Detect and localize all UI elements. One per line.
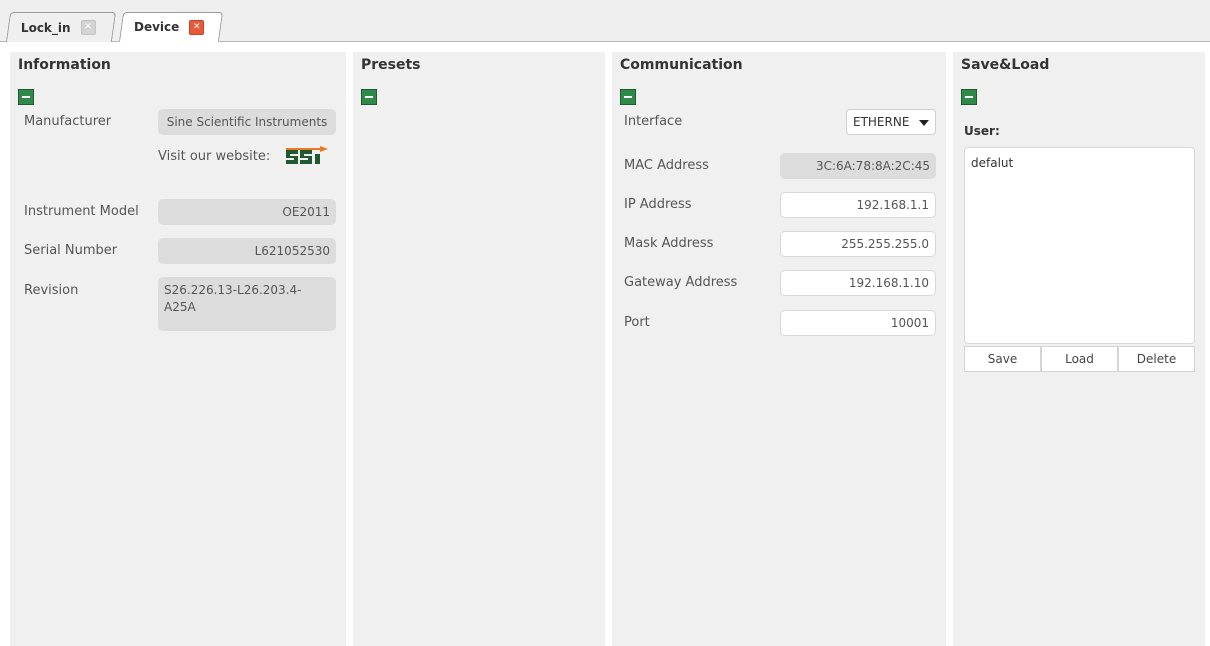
tab-lock-in-label: Lock_in	[20, 20, 71, 35]
presets-title: Presets	[361, 57, 421, 73]
ip-address-input[interactable]: 192.168.1.1	[780, 192, 936, 218]
close-icon[interactable]: ✕	[80, 20, 96, 35]
user-list[interactable]: defalut	[964, 147, 1195, 344]
mask-address-label: Mask Address	[624, 236, 714, 251]
interface-label: Interface	[624, 114, 683, 129]
information-title: Information	[18, 57, 111, 73]
tab-bar: Lock_in ✕ Device ✕	[0, 0, 1210, 42]
collapse-button[interactable]	[620, 89, 636, 105]
collapse-button[interactable]	[961, 89, 977, 105]
port-input[interactable]: 10001	[780, 310, 936, 336]
communication-title: Communication	[620, 57, 743, 73]
delete-button[interactable]: Delete	[1118, 346, 1195, 372]
serial-number-label: Serial Number	[24, 243, 118, 258]
save-button[interactable]: Save	[964, 346, 1041, 372]
ip-address-label: IP Address	[624, 197, 692, 212]
website-label: Visit our website:	[158, 149, 271, 164]
list-item[interactable]: defalut	[971, 156, 1188, 170]
manufacturer-field: Sine Scientific Instruments	[158, 109, 336, 135]
port-label: Port	[624, 315, 650, 330]
revision-label: Revision	[24, 283, 79, 298]
interface-select-value: ETHERNE	[853, 115, 910, 129]
collapse-button[interactable]	[18, 89, 34, 105]
manufacturer-label: Manufacturer	[24, 114, 112, 129]
instrument-model-field: OE2011	[158, 199, 336, 225]
gateway-address-input[interactable]: 192.168.1.10	[780, 270, 936, 296]
user-label: User:	[964, 124, 1000, 138]
close-icon[interactable]: ✕	[189, 19, 205, 35]
presets-panel: Presets	[353, 52, 605, 646]
interface-select[interactable]: ETHERNE	[846, 109, 936, 135]
tab-lock-in[interactable]: Lock_in ✕	[5, 12, 117, 42]
ssi-logo-icon[interactable]	[284, 144, 334, 168]
serial-number-field: L621052530	[158, 238, 336, 264]
collapse-button[interactable]	[361, 89, 377, 105]
revision-field: S26.226.13-L26.203.4-A25A	[158, 277, 336, 331]
load-button[interactable]: Load	[1041, 346, 1118, 372]
information-panel: Information Manufacturer Sine Scientific…	[10, 52, 346, 646]
mask-address-input[interactable]: 255.255.255.0	[780, 231, 936, 257]
chevron-down-icon	[919, 120, 929, 126]
gateway-address-label: Gateway Address	[624, 275, 738, 290]
mac-address-field: 3C:6A:78:8A:2C:45	[780, 153, 936, 179]
tab-device[interactable]: Device ✕	[118, 12, 224, 42]
save-load-title: Save&Load	[961, 57, 1050, 73]
save-load-panel: Save&Load User: defalut Save Load Delete	[953, 52, 1205, 646]
mac-address-label: MAC Address	[624, 158, 709, 173]
instrument-model-label: Instrument Model	[24, 204, 139, 219]
communication-panel: Communication Interface ETHERNE MAC Addr…	[612, 52, 946, 646]
tab-device-label: Device	[134, 20, 180, 34]
